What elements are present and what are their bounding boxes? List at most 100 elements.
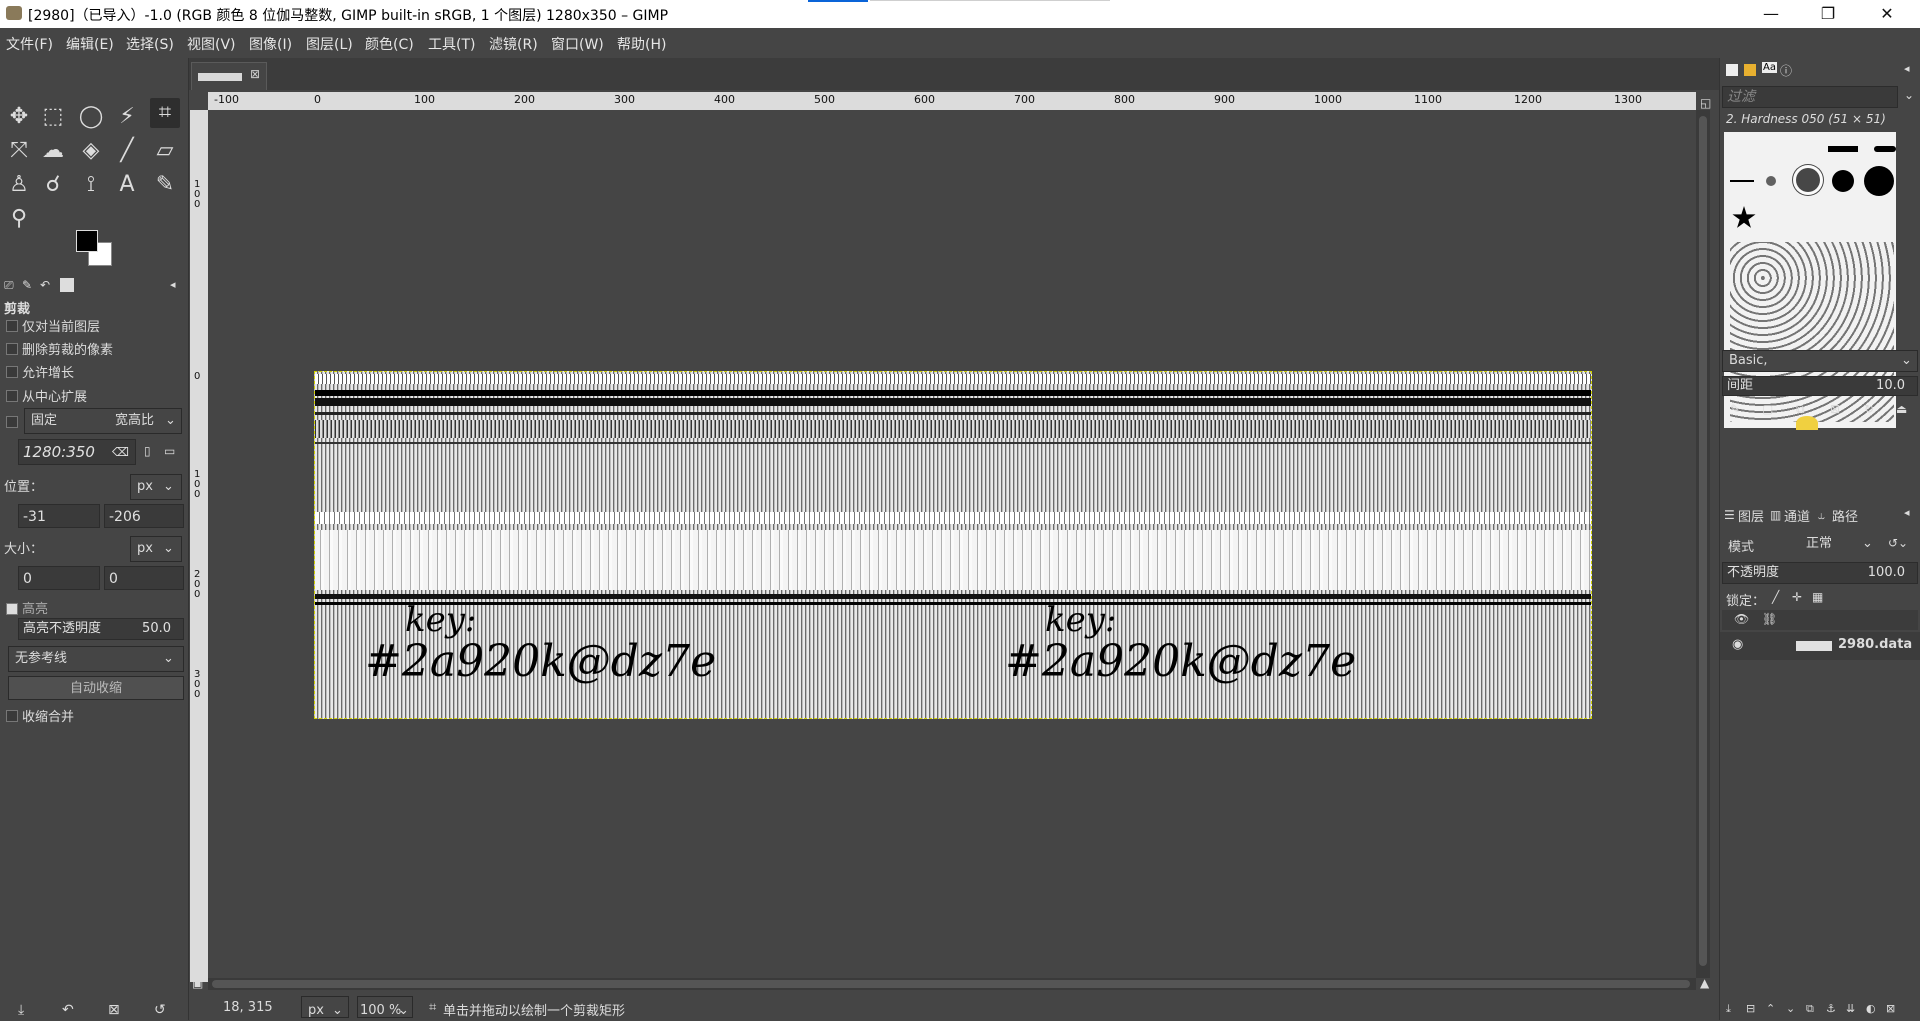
opacity-slider[interactable]: 不透明度 100.0: [1722, 562, 1918, 584]
menu-layer[interactable]: 图层(L): [306, 34, 353, 54]
bucket-fill-icon[interactable]: ◈: [76, 136, 106, 166]
eye-icon[interactable]: ◉: [1732, 637, 1743, 652]
selected-brush-item[interactable]: [1796, 168, 1820, 192]
paths-tab[interactable]: 路径: [1832, 506, 1858, 525]
vertical-scrollbar[interactable]: [1696, 110, 1710, 978]
delete-cropped-checkbox[interactable]: [6, 343, 18, 355]
tool-options-tab-icon[interactable]: ⎚: [4, 278, 14, 293]
menu-file[interactable]: 文件(F): [6, 34, 53, 54]
size-height-input[interactable]: 0: [104, 566, 184, 590]
zoom-tool-icon[interactable]: ⚲: [4, 204, 34, 234]
brush-filter-input[interactable]: 过滤: [1722, 86, 1898, 108]
position-unit-dropdown[interactable]: px ⌄: [130, 474, 182, 500]
paths-tab-icon[interactable]: ⥿: [1818, 508, 1825, 523]
layers-tab[interactable]: 图层: [1738, 506, 1764, 525]
save-options-icon[interactable]: ⤓: [18, 1002, 24, 1018]
menu-colors[interactable]: 颜色(C): [365, 34, 414, 54]
spacing-slider[interactable]: 间距 10.0: [1722, 376, 1918, 396]
brush-item[interactable]: [1730, 180, 1754, 182]
panel-menu-icon[interactable]: ◂: [1904, 62, 1910, 75]
mode-dropdown[interactable]: 正常 ⌄: [1802, 532, 1882, 556]
size-unit-dropdown[interactable]: px ⌄: [130, 536, 182, 562]
duplicate-layer-icon[interactable]: ⧉: [1806, 1002, 1814, 1016]
brush-item[interactable]: [1832, 170, 1854, 192]
panel-menu-icon[interactable]: ◂: [170, 278, 176, 291]
landscape-icon[interactable]: ▭: [164, 444, 175, 458]
mask-layer-icon[interactable]: ◐: [1866, 1002, 1876, 1015]
brush-item[interactable]: [1828, 146, 1858, 152]
brush-item[interactable]: [1796, 416, 1818, 430]
lock-position-icon[interactable]: ✛: [1792, 590, 1802, 604]
text-tool-icon[interactable]: A: [112, 170, 142, 200]
panel-menu-icon[interactable]: ◂: [1904, 506, 1910, 519]
reset-options-icon[interactable]: ↺: [154, 1002, 166, 1018]
clone-tool-icon[interactable]: ♙: [4, 170, 34, 200]
lower-layer-icon[interactable]: ⌄: [1786, 1002, 1795, 1015]
guides-dropdown[interactable]: 无参考线 ⌄: [8, 646, 184, 672]
allow-grow-checkbox[interactable]: [6, 366, 18, 378]
patterns-tab-icon[interactable]: [1744, 64, 1756, 76]
close-button[interactable]: ✕: [1864, 0, 1910, 28]
zoom-dropdown[interactable]: 100 % ⌄: [357, 996, 413, 1018]
paintbrush-icon[interactable]: ╱: [112, 136, 142, 166]
expand-center-checkbox[interactable]: [6, 390, 18, 402]
scroll-thumb[interactable]: [1699, 116, 1707, 966]
position-y-input[interactable]: -206: [104, 504, 184, 528]
current-layer-only-checkbox[interactable]: [6, 320, 18, 332]
raise-layer-icon[interactable]: ⌃: [1766, 1002, 1775, 1015]
star-brush-item[interactable]: [1732, 206, 1756, 228]
minimize-button[interactable]: —: [1748, 0, 1794, 28]
shrink-merged-checkbox[interactable]: [6, 710, 18, 722]
menu-select[interactable]: 选择(S): [126, 34, 174, 54]
scroll-thumb[interactable]: [212, 980, 1690, 988]
zoom-fit-icon[interactable]: ◱: [1700, 96, 1711, 110]
chevron-down-icon[interactable]: ⌄: [1904, 88, 1914, 102]
new-brush-icon[interactable]: ▢: [1762, 402, 1773, 416]
refresh-brushes-icon[interactable]: ↻: [1864, 402, 1874, 416]
duplicate-brush-icon[interactable]: ⧉: [1796, 402, 1805, 417]
delete-layer-icon[interactable]: ⊠: [1886, 1002, 1895, 1015]
brush-item[interactable]: [1766, 176, 1776, 186]
path-tool-icon[interactable]: ⟟: [76, 170, 106, 200]
device-status-tab-icon[interactable]: ✎: [22, 278, 32, 292]
brush-item[interactable]: [1864, 166, 1894, 196]
menu-view[interactable]: 视图(V): [187, 34, 236, 54]
position-x-input[interactable]: -31: [18, 504, 100, 528]
brushes-tab-icon[interactable]: [1726, 64, 1738, 76]
rect-select-tool-icon[interactable]: ⬚: [38, 102, 68, 132]
menu-edit[interactable]: 编辑(E): [66, 34, 114, 54]
restore-options-icon[interactable]: ↶: [62, 1002, 74, 1018]
highlight-checkbox[interactable]: [6, 603, 18, 615]
delete-brush-icon[interactable]: ⊠: [1830, 402, 1840, 416]
clear-icon[interactable]: ⌫: [112, 440, 129, 464]
layer-row[interactable]: ◉ 2980.data: [1720, 632, 1920, 660]
color-picker-icon[interactable]: ✎: [150, 170, 180, 200]
image-tab[interactable]: ⊠: [191, 62, 267, 90]
navigate-icon[interactable]: ▲: [1700, 976, 1709, 990]
channels-tab-icon[interactable]: ▥: [1770, 508, 1781, 522]
image-layer[interactable]: key: #2a920k@dz7e key: #2a920k@dz7e: [314, 371, 1592, 719]
menu-image[interactable]: 图像(I): [249, 34, 292, 54]
foreground-color-swatch[interactable]: [76, 230, 98, 252]
close-tab-icon[interactable]: ⊠: [250, 67, 260, 81]
auto-shrink-button[interactable]: 自动收缩: [8, 676, 184, 700]
new-layer-group-icon[interactable]: ⤓: [1726, 1002, 1731, 1016]
anchor-layer-icon[interactable]: ⚓: [1826, 1002, 1836, 1015]
fonts-tab-icon[interactable]: Aa: [1762, 62, 1777, 73]
channels-tab[interactable]: 通道: [1784, 506, 1810, 525]
fixed-mode-dropdown[interactable]: 固定 宽高比 ⌄: [24, 408, 182, 434]
crop-tool-icon[interactable]: ⌗: [150, 98, 180, 128]
warp-tool-icon[interactable]: ☁: [38, 136, 68, 166]
ratio-input[interactable]: 1280:350 ⌫: [18, 439, 136, 465]
menu-windows[interactable]: 窗口(W): [551, 34, 604, 54]
new-layer-icon[interactable]: ⊟: [1746, 1002, 1755, 1015]
mode-reset-icon[interactable]: ↺⌄: [1888, 536, 1908, 550]
fuzzy-select-tool-icon[interactable]: ⚡: [112, 102, 142, 132]
highlight-opacity-slider[interactable]: 高亮不透明度 50.0: [18, 618, 184, 640]
fixed-checkbox[interactable]: [6, 416, 18, 428]
open-brush-icon[interactable]: ⏏: [1896, 402, 1907, 416]
menu-help[interactable]: 帮助(H): [617, 34, 666, 54]
lock-pixels-icon[interactable]: ╱: [1772, 590, 1779, 604]
help-tab-icon[interactable]: ⓘ: [1780, 62, 1792, 79]
images-tab-icon[interactable]: [60, 278, 74, 292]
